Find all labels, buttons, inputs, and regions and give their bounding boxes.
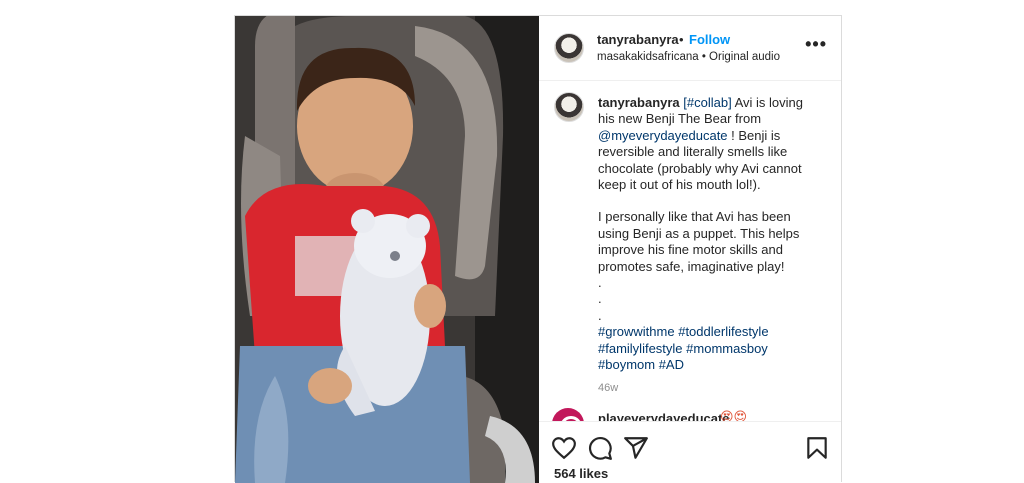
comment-icon[interactable]: [587, 435, 613, 461]
hashtag-link[interactable]: #toddlerlifestyle: [678, 324, 768, 339]
commenter-avatar[interactable]: [552, 408, 584, 421]
hashtag-link[interactable]: #boymom: [598, 357, 655, 372]
hashtag-link[interactable]: #familylifestyle: [598, 341, 683, 356]
post-sidebar: tanyrabanyra • Follow masakakidsafricana…: [539, 16, 841, 483]
commenter-username[interactable]: playeverydayeducate: [598, 411, 730, 421]
post-caption: tanyrabanyra [#collab] Avi is loving his…: [598, 95, 820, 396]
caption-dot: .: [598, 307, 602, 323]
caption-username[interactable]: tanyrabanyra: [598, 95, 680, 110]
collab-hashtag[interactable]: [#collab]: [683, 95, 731, 110]
post-age[interactable]: 46w: [598, 380, 820, 396]
audio-line[interactable]: masakakidsafricana • Original audio: [597, 51, 780, 63]
caption-author-avatar[interactable]: [554, 92, 584, 122]
caption-paragraph-2: I personally like that Avi has been usin…: [598, 209, 800, 274]
action-bar: 564 likes: [539, 421, 841, 483]
caption-dot: .: [598, 291, 602, 307]
post-header: tanyrabanyra • Follow masakakidsafricana…: [539, 16, 841, 81]
author-avatar[interactable]: [554, 33, 584, 63]
comment-item: playeverydayeducate 😍😍: [552, 408, 822, 421]
author-username[interactable]: tanyrabanyra: [597, 32, 679, 47]
hashtag-link[interactable]: #AD: [659, 357, 684, 372]
instagram-post: tanyrabanyra • Follow masakakidsafricana…: [234, 15, 842, 483]
post-photo: [235, 16, 539, 483]
comment-text: 😍😍: [720, 409, 748, 421]
post-media[interactable]: [235, 16, 539, 483]
share-icon[interactable]: [623, 435, 649, 461]
mention-link[interactable]: @myeverydayeducate: [598, 128, 728, 143]
heart-icon[interactable]: [551, 435, 577, 461]
hashtag-link[interactable]: #growwithme: [598, 324, 675, 339]
separator-dot: •: [679, 32, 684, 47]
likes-count[interactable]: 564 likes: [554, 466, 608, 481]
hashtag-link[interactable]: #mommasboy: [686, 341, 768, 356]
comments-section[interactable]: tanyrabanyra [#collab] Avi is loving his…: [539, 82, 841, 421]
caption-dot: .: [598, 275, 602, 291]
more-options-icon[interactable]: •••: [805, 34, 827, 55]
follow-button[interactable]: Follow: [689, 32, 730, 47]
save-icon[interactable]: [804, 435, 830, 461]
